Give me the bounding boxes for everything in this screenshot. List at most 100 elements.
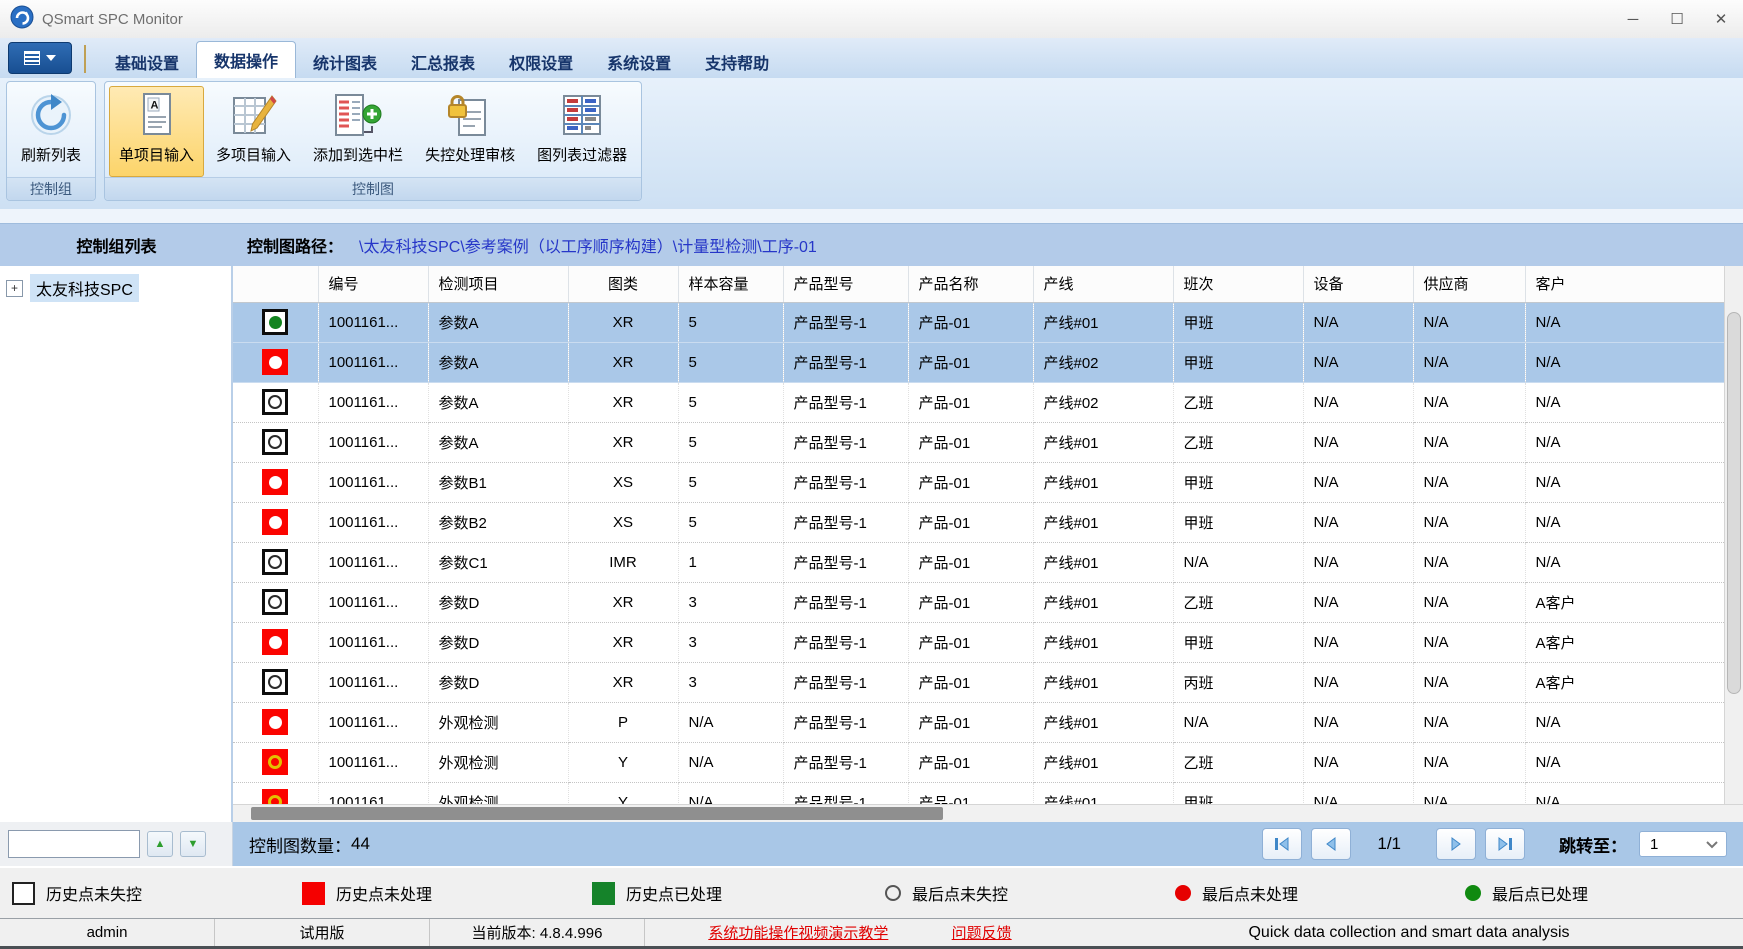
- column-header-line[interactable]: 产线: [1033, 266, 1173, 302]
- ooc-audit-button[interactable]: 失控处理审核: [415, 86, 525, 177]
- column-header-device[interactable]: 设备: [1303, 266, 1413, 302]
- cell-product-model: 产品型号-1: [783, 742, 908, 782]
- cell-product-model: 产品型号-1: [783, 462, 908, 502]
- column-header-item[interactable]: 检测项目: [428, 266, 568, 302]
- multi-item-entry-button[interactable]: 多项目输入: [206, 86, 301, 177]
- column-header-status[interactable]: [233, 266, 318, 302]
- column-header-shift[interactable]: 班次: [1173, 266, 1303, 302]
- single-entry-icon: A: [137, 91, 177, 139]
- cell-status: [233, 302, 318, 342]
- cell-sample-size: 3: [678, 662, 783, 702]
- chart-path-label: 控制图路径：: [247, 239, 343, 256]
- table-row[interactable]: 1001161...外观检测PN/A产品型号-1产品-01产线#01N/AN/A…: [233, 702, 1725, 742]
- cell-id: 1001161...: [318, 582, 428, 622]
- chart-count-label: 控制图数量：: [249, 832, 351, 857]
- vertical-scrollbar-thumb[interactable]: [1727, 312, 1741, 694]
- menu-tab[interactable]: 权限设置: [492, 46, 590, 78]
- minimize-button[interactable]: ─: [1611, 0, 1655, 38]
- app-menu-button[interactable]: [8, 42, 72, 74]
- cell-device: N/A: [1303, 542, 1413, 582]
- vertical-scrollbar[interactable]: [1724, 266, 1743, 805]
- search-next-button[interactable]: ▼: [180, 831, 206, 857]
- tree-node-label[interactable]: 太友科技SPC: [30, 274, 139, 302]
- cell-status: [233, 382, 318, 422]
- menu-tab[interactable]: 统计图表: [296, 46, 394, 78]
- cell-chart-type: XR: [568, 582, 678, 622]
- table-row[interactable]: 1001161...参数DXR3产品型号-1产品-01产线#01乙班N/AN/A…: [233, 582, 1725, 622]
- cell-id: 1001161...: [318, 622, 428, 662]
- column-header-product-model[interactable]: 产品型号: [783, 266, 908, 302]
- menu-tab[interactable]: 支持帮助: [688, 46, 786, 78]
- cell-status: [233, 662, 318, 702]
- prev-page-button[interactable]: [1311, 828, 1351, 860]
- chart-list-filter-button[interactable]: 图列表过滤器: [527, 86, 637, 177]
- jump-page-select[interactable]: 1: [1639, 831, 1727, 857]
- cell-sample-size: 5: [678, 342, 783, 382]
- single-item-entry-button[interactable]: A单项目输入: [109, 86, 204, 177]
- cell-line: 产线#01: [1033, 702, 1173, 742]
- close-button[interactable]: ✕: [1699, 0, 1743, 38]
- table-row[interactable]: 1001161...参数DXR3产品型号-1产品-01产线#01甲班N/AN/A…: [233, 622, 1725, 662]
- status-red-square-yellow-circle-icon: [262, 749, 288, 775]
- cell-supplier: N/A: [1413, 342, 1525, 382]
- add-to-selected-button[interactable]: 添加到选中栏: [303, 86, 413, 177]
- menu-tab[interactable]: 数据操作: [196, 41, 296, 78]
- table-row[interactable]: 1001161...参数B2XS5产品型号-1产品-01产线#01甲班N/AN/…: [233, 502, 1725, 542]
- search-prev-button[interactable]: ▲: [147, 831, 173, 857]
- cell-device: N/A: [1303, 502, 1413, 542]
- table-row[interactable]: 1001161...参数DXR3产品型号-1产品-01产线#01丙班N/AN/A…: [233, 662, 1725, 702]
- maximize-button[interactable]: ☐: [1655, 0, 1699, 38]
- multi-entry-icon: [231, 91, 277, 139]
- cell-status: [233, 542, 318, 582]
- cell-customer: N/A: [1525, 702, 1725, 742]
- table-row[interactable]: 1001161...参数B1XS5产品型号-1产品-01产线#01甲班N/AN/…: [233, 462, 1725, 502]
- legend-item: 最后点未处理: [1160, 881, 1450, 905]
- column-header-product-name[interactable]: 产品名称: [908, 266, 1033, 302]
- column-header-customer[interactable]: 客户: [1525, 266, 1725, 302]
- menu-tab[interactable]: 基础设置: [98, 46, 196, 78]
- table-row[interactable]: 1001161...外观检测YN/A产品型号-1产品-01产线#01乙班N/AN…: [233, 742, 1725, 782]
- chart-path-value: \太友科技SPC\参考案例（以工序顺序构建）\计量型检测\工序-01: [359, 239, 817, 256]
- table-row[interactable]: 1001161...参数AXR5产品型号-1产品-01产线#02甲班N/AN/A…: [233, 342, 1725, 382]
- status-slogan: Quick data collection and smart data ana…: [1075, 924, 1743, 942]
- group-filter-input[interactable]: [8, 830, 140, 858]
- first-page-button[interactable]: [1262, 828, 1302, 860]
- status-edition: 试用版: [215, 919, 430, 946]
- cell-shift: 乙班: [1173, 382, 1303, 422]
- column-header-id[interactable]: 编号: [318, 266, 428, 302]
- cell-line: 产线#01: [1033, 502, 1173, 542]
- cell-status: [233, 342, 318, 382]
- table-row[interactable]: 1001161...参数AXR5产品型号-1产品-01产线#01甲班N/AN/A…: [233, 302, 1725, 342]
- feedback-link[interactable]: 问题反馈: [952, 922, 1012, 943]
- column-header-supplier[interactable]: 供应商: [1413, 266, 1525, 302]
- cell-device: N/A: [1303, 342, 1413, 382]
- menu-tab[interactable]: 汇总报表: [394, 46, 492, 78]
- horizontal-scrollbar[interactable]: [233, 804, 1743, 822]
- cell-product-model: 产品型号-1: [783, 302, 908, 342]
- cell-shift: 甲班: [1173, 502, 1303, 542]
- horizontal-scrollbar-thumb[interactable]: [251, 807, 943, 820]
- cell-device: N/A: [1303, 702, 1413, 742]
- refresh-list-button[interactable]: 刷新列表: [11, 86, 91, 177]
- cell-item: 参数B2: [428, 502, 568, 542]
- last-page-button[interactable]: [1485, 828, 1525, 860]
- column-header-sample-size[interactable]: 样本容量: [678, 266, 783, 302]
- cell-shift: 乙班: [1173, 422, 1303, 462]
- status-red-square-white-circle-icon: [262, 509, 288, 535]
- column-header-chart-type[interactable]: 图类: [568, 266, 678, 302]
- table-row[interactable]: 1001161...参数C1IMR1产品型号-1产品-01产线#01N/AN/A…: [233, 542, 1725, 582]
- list-icon: [24, 51, 40, 65]
- ribbon-toolbar: 刷新列表控制组A单项目输入多项目输入添加到选中栏失控处理审核图列表过滤器控制图: [0, 78, 1743, 209]
- cell-item: 外观检测: [428, 742, 568, 782]
- menu-tab[interactable]: 系统设置: [590, 46, 688, 78]
- cell-supplier: N/A: [1413, 502, 1525, 542]
- next-page-button[interactable]: [1436, 828, 1476, 860]
- cell-item: 参数D: [428, 622, 568, 662]
- cell-product-name: 产品-01: [908, 662, 1033, 702]
- video-tutorial-link[interactable]: 系统功能操作视频演示教学: [708, 922, 888, 943]
- tree-node-root[interactable]: + 太友科技SPC: [0, 274, 231, 302]
- table-row[interactable]: 1001161...参数AXR5产品型号-1产品-01产线#01乙班N/AN/A…: [233, 422, 1725, 462]
- table-row[interactable]: 1001161...参数AXR5产品型号-1产品-01产线#02乙班N/AN/A…: [233, 382, 1725, 422]
- cell-item: 外观检测: [428, 702, 568, 742]
- tree-expander-icon[interactable]: +: [6, 280, 23, 297]
